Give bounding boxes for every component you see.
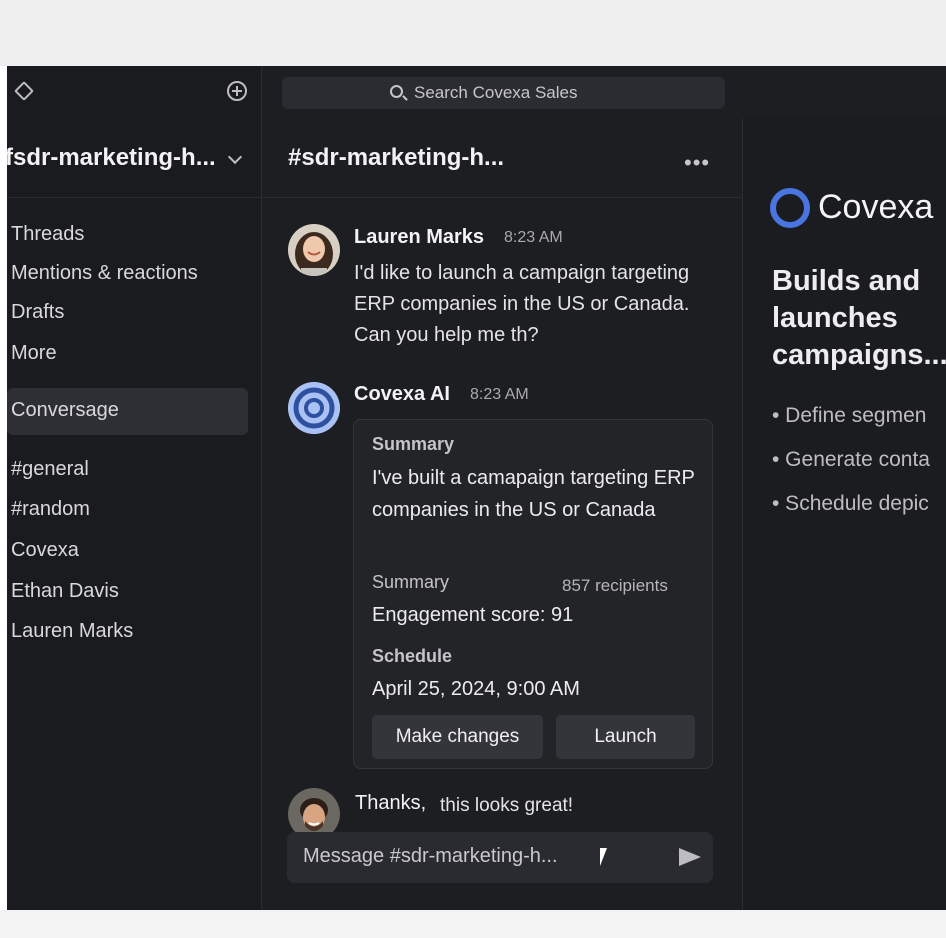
panel-heading-line: campaigns... <box>772 339 946 371</box>
feature-bullet: • Generate conta <box>772 448 930 471</box>
message-text: I'd like to launch a campaign targeting … <box>354 262 690 346</box>
app-window: fsdr-marketing-h... Threads Mentions & r… <box>7 66 946 910</box>
brand-name: Covexa <box>818 188 934 226</box>
schedule-value: April 25, 2024, 9:00 AM <box>372 678 580 700</box>
workspace-diamond-icon[interactable] <box>14 81 34 101</box>
search-icon <box>390 85 403 98</box>
avatar-lauren-marks[interactable] <box>288 224 340 276</box>
message-timestamp: 8:23 AM <box>504 229 563 246</box>
window-bottom-band <box>0 910 946 938</box>
send-icon[interactable] <box>679 848 701 866</box>
message-author-ai[interactable]: Covexa AI <box>354 383 450 406</box>
sidebar-item-threads[interactable]: Threads <box>11 223 84 246</box>
engagement-score: Engagement score: 91 <box>372 604 574 626</box>
workspace-header[interactable]: fsdr-marketing-h... <box>7 118 262 198</box>
card-summary-text: I've built a camapaign targeting ERP com… <box>372 467 695 521</box>
channel-title: #sdr-marketing-h... <box>288 144 505 171</box>
sidebar-item-general[interactable]: #general <box>11 458 89 481</box>
channel-pane: #sdr-marketing-h... ••• Lauren Marks 8:2… <box>263 118 743 910</box>
panel-heading: Builds and launches campaigns... <box>772 263 946 374</box>
feature-bullet: • Schedule depic <box>772 492 929 515</box>
sidebar: fsdr-marketing-h... Threads Mentions & r… <box>7 66 262 910</box>
message-composer[interactable]: Message #sdr-marketing-h... <box>287 832 713 883</box>
app-details-panel: Covexa Builds and launches campaigns... … <box>743 118 946 910</box>
channel-header: #sdr-marketing-h... ••• <box>263 118 743 198</box>
sidebar-item-ethan-davis[interactable]: Ethan Davis <box>11 580 119 603</box>
sidebar-item-random[interactable]: #random <box>11 498 90 521</box>
more-horizontal-icon[interactable]: ••• <box>684 150 710 176</box>
message-input[interactable]: Message #sdr-marketing-h... <box>303 845 558 868</box>
sidebar-item-conversage-label: Conversage <box>11 399 119 421</box>
card-schedule-label: Schedule <box>372 646 453 666</box>
sidebar-item-more[interactable]: More <box>11 342 57 365</box>
feature-bullet: • Define segmen <box>772 404 927 427</box>
message-author[interactable]: Lauren Marks <box>354 226 484 249</box>
covexa-logo-icon <box>770 188 810 228</box>
card-summary-label: Summary <box>372 434 455 454</box>
panel-heading-line: launches <box>772 302 898 334</box>
search-bar[interactable]: Search Covexa Sales <box>282 77 725 109</box>
recipients-count: 857 recipients <box>562 576 668 595</box>
sidebar-item-drafts[interactable]: Drafts <box>11 301 64 324</box>
new-item-plus-icon[interactable] <box>227 81 247 101</box>
window-top-band <box>0 0 946 66</box>
avatar-covexa-ai[interactable] <box>288 382 340 434</box>
message-prefix: Thanks, <box>355 792 427 814</box>
message-timestamp-ai: 8:23 AM <box>470 386 529 403</box>
launch-button[interactable]: Launch <box>556 715 695 759</box>
sidebar-toolbar <box>7 66 262 118</box>
sidebar-item-mentions[interactable]: Mentions & reactions <box>11 262 198 285</box>
panel-heading-line: Builds and <box>772 265 921 297</box>
search-input[interactable]: Search Covexa Sales <box>414 83 577 103</box>
sidebar-item-lauren-marks[interactable]: Lauren Marks <box>11 620 133 643</box>
chevron-down-icon[interactable] <box>227 149 243 165</box>
mouse-cursor-icon <box>600 848 607 866</box>
card-summary2-label: Summary <box>372 572 450 592</box>
sidebar-item-covexa[interactable]: Covexa <box>11 539 79 562</box>
workspace-name: fsdr-marketing-h... <box>7 144 216 171</box>
campaign-summary-card: Summary I've built a camapaign targeting… <box>353 419 713 769</box>
make-changes-button[interactable]: Make changes <box>372 715 543 759</box>
